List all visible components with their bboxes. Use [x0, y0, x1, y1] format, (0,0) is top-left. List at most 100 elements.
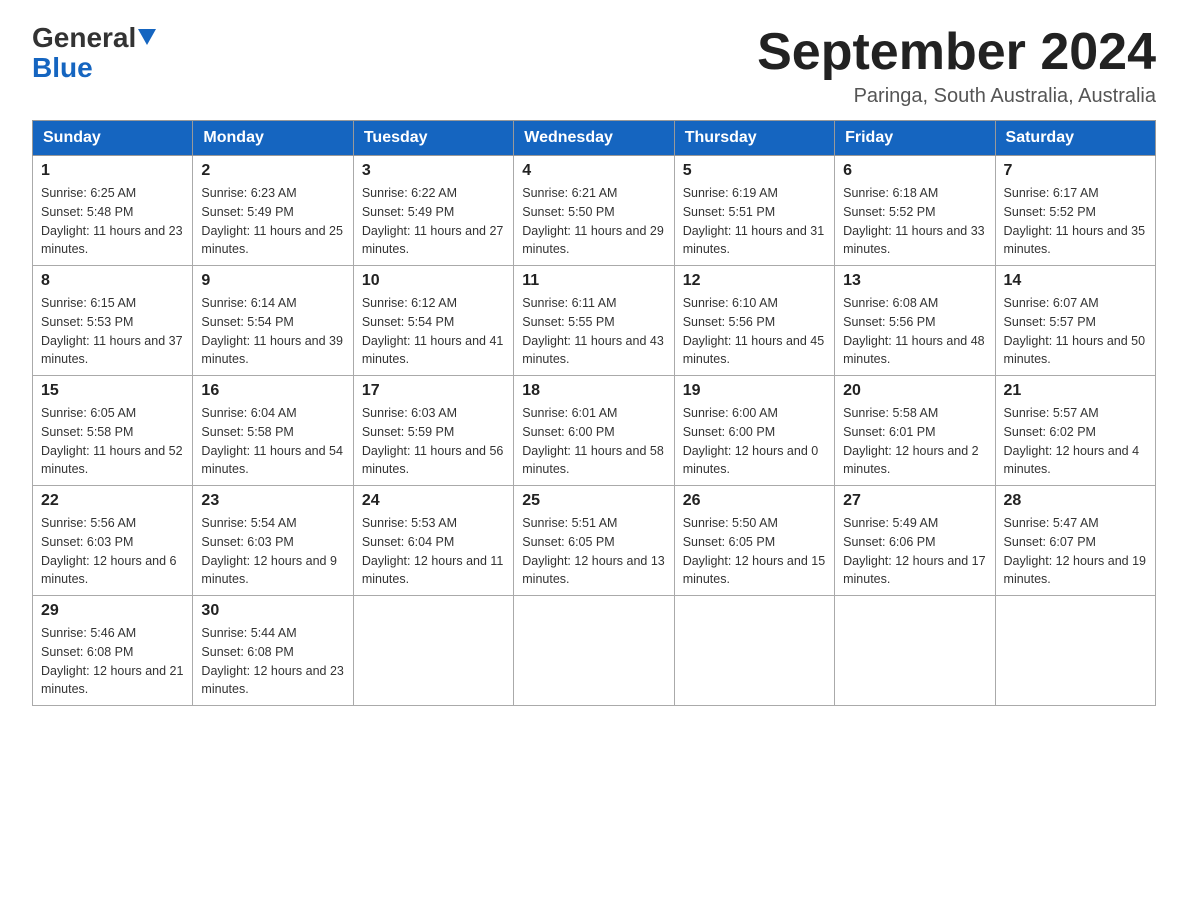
table-row: 12 Sunrise: 6:10 AMSunset: 5:56 PMDaylig… — [674, 266, 834, 376]
day-number: 21 — [1004, 382, 1147, 400]
table-row: 30 Sunrise: 5:44 AMSunset: 6:08 PMDaylig… — [193, 596, 353, 706]
table-row: 3 Sunrise: 6:22 AMSunset: 5:49 PMDayligh… — [353, 156, 513, 266]
table-row: 22 Sunrise: 5:56 AMSunset: 6:03 PMDaylig… — [33, 486, 193, 596]
day-info: Sunrise: 5:56 AMSunset: 6:03 PMDaylight:… — [41, 516, 177, 586]
day-number: 15 — [41, 382, 184, 400]
table-row: 25 Sunrise: 5:51 AMSunset: 6:05 PMDaylig… — [514, 486, 674, 596]
calendar-header-row: Sunday Monday Tuesday Wednesday Thursday… — [33, 121, 1156, 156]
day-info: Sunrise: 5:58 AMSunset: 6:01 PMDaylight:… — [843, 406, 979, 476]
table-row: 5 Sunrise: 6:19 AMSunset: 5:51 PMDayligh… — [674, 156, 834, 266]
day-info: Sunrise: 6:01 AMSunset: 6:00 PMDaylight:… — [522, 406, 664, 476]
col-thursday: Thursday — [674, 121, 834, 156]
calendar-week-row: 29 Sunrise: 5:46 AMSunset: 6:08 PMDaylig… — [33, 596, 1156, 706]
table-row: 29 Sunrise: 5:46 AMSunset: 6:08 PMDaylig… — [33, 596, 193, 706]
day-number: 20 — [843, 382, 986, 400]
day-number: 2 — [201, 162, 344, 180]
day-info: Sunrise: 5:50 AMSunset: 6:05 PMDaylight:… — [683, 516, 825, 586]
day-number: 29 — [41, 602, 184, 620]
day-info: Sunrise: 5:44 AMSunset: 6:08 PMDaylight:… — [201, 626, 343, 696]
day-number: 28 — [1004, 492, 1147, 510]
day-info: Sunrise: 6:17 AMSunset: 5:52 PMDaylight:… — [1004, 186, 1146, 256]
day-info: Sunrise: 6:22 AMSunset: 5:49 PMDaylight:… — [362, 186, 504, 256]
day-number: 23 — [201, 492, 344, 510]
table-row: 13 Sunrise: 6:08 AMSunset: 5:56 PMDaylig… — [835, 266, 995, 376]
day-number: 17 — [362, 382, 505, 400]
day-number: 13 — [843, 272, 986, 290]
day-info: Sunrise: 5:49 AMSunset: 6:06 PMDaylight:… — [843, 516, 985, 586]
day-info: Sunrise: 5:46 AMSunset: 6:08 PMDaylight:… — [41, 626, 183, 696]
day-info: Sunrise: 6:03 AMSunset: 5:59 PMDaylight:… — [362, 406, 504, 476]
day-info: Sunrise: 6:19 AMSunset: 5:51 PMDaylight:… — [683, 186, 825, 256]
month-title: September 2024 — [757, 24, 1156, 81]
day-info: Sunrise: 5:47 AMSunset: 6:07 PMDaylight:… — [1004, 516, 1146, 586]
day-number: 9 — [201, 272, 344, 290]
day-info: Sunrise: 6:04 AMSunset: 5:58 PMDaylight:… — [201, 406, 343, 476]
day-number: 27 — [843, 492, 986, 510]
day-number: 24 — [362, 492, 505, 510]
table-row: 20 Sunrise: 5:58 AMSunset: 6:01 PMDaylig… — [835, 376, 995, 486]
table-row: 19 Sunrise: 6:00 AMSunset: 6:00 PMDaylig… — [674, 376, 834, 486]
day-info: Sunrise: 5:54 AMSunset: 6:03 PMDaylight:… — [201, 516, 337, 586]
calendar-week-row: 15 Sunrise: 6:05 AMSunset: 5:58 PMDaylig… — [33, 376, 1156, 486]
day-info: Sunrise: 5:57 AMSunset: 6:02 PMDaylight:… — [1004, 406, 1140, 476]
table-row: 8 Sunrise: 6:15 AMSunset: 5:53 PMDayligh… — [33, 266, 193, 376]
day-number: 4 — [522, 162, 665, 180]
col-monday: Monday — [193, 121, 353, 156]
day-number: 30 — [201, 602, 344, 620]
day-number: 12 — [683, 272, 826, 290]
table-row: 17 Sunrise: 6:03 AMSunset: 5:59 PMDaylig… — [353, 376, 513, 486]
table-row: 18 Sunrise: 6:01 AMSunset: 6:00 PMDaylig… — [514, 376, 674, 486]
day-info: Sunrise: 6:10 AMSunset: 5:56 PMDaylight:… — [683, 296, 825, 366]
location: Paringa, South Australia, Australia — [757, 85, 1156, 108]
table-row: 21 Sunrise: 5:57 AMSunset: 6:02 PMDaylig… — [995, 376, 1155, 486]
table-row: 27 Sunrise: 5:49 AMSunset: 6:06 PMDaylig… — [835, 486, 995, 596]
day-info: Sunrise: 6:00 AMSunset: 6:00 PMDaylight:… — [683, 406, 819, 476]
table-row — [353, 596, 513, 706]
day-info: Sunrise: 6:11 AMSunset: 5:55 PMDaylight:… — [522, 296, 664, 366]
day-number: 6 — [843, 162, 986, 180]
calendar-week-row: 1 Sunrise: 6:25 AMSunset: 5:48 PMDayligh… — [33, 156, 1156, 266]
day-info: Sunrise: 6:21 AMSunset: 5:50 PMDaylight:… — [522, 186, 664, 256]
table-row: 14 Sunrise: 6:07 AMSunset: 5:57 PMDaylig… — [995, 266, 1155, 376]
table-row: 6 Sunrise: 6:18 AMSunset: 5:52 PMDayligh… — [835, 156, 995, 266]
day-info: Sunrise: 6:15 AMSunset: 5:53 PMDaylight:… — [41, 296, 183, 366]
day-info: Sunrise: 6:05 AMSunset: 5:58 PMDaylight:… — [41, 406, 183, 476]
table-row — [995, 596, 1155, 706]
day-info: Sunrise: 6:12 AMSunset: 5:54 PMDaylight:… — [362, 296, 504, 366]
day-number: 19 — [683, 382, 826, 400]
day-number: 8 — [41, 272, 184, 290]
table-row: 15 Sunrise: 6:05 AMSunset: 5:58 PMDaylig… — [33, 376, 193, 486]
col-wednesday: Wednesday — [514, 121, 674, 156]
day-info: Sunrise: 6:07 AMSunset: 5:57 PMDaylight:… — [1004, 296, 1146, 366]
day-info: Sunrise: 6:14 AMSunset: 5:54 PMDaylight:… — [201, 296, 343, 366]
logo-general: General — [32, 24, 156, 52]
page-header: General Blue September 2024 Paringa, Sou… — [32, 24, 1156, 108]
table-row: 2 Sunrise: 6:23 AMSunset: 5:49 PMDayligh… — [193, 156, 353, 266]
table-row — [514, 596, 674, 706]
day-number: 7 — [1004, 162, 1147, 180]
day-number: 10 — [362, 272, 505, 290]
logo: General Blue — [32, 24, 156, 82]
table-row: 16 Sunrise: 6:04 AMSunset: 5:58 PMDaylig… — [193, 376, 353, 486]
day-number: 25 — [522, 492, 665, 510]
calendar-week-row: 8 Sunrise: 6:15 AMSunset: 5:53 PMDayligh… — [33, 266, 1156, 376]
day-info: Sunrise: 6:18 AMSunset: 5:52 PMDaylight:… — [843, 186, 985, 256]
day-info: Sunrise: 5:53 AMSunset: 6:04 PMDaylight:… — [362, 516, 504, 586]
table-row: 24 Sunrise: 5:53 AMSunset: 6:04 PMDaylig… — [353, 486, 513, 596]
col-tuesday: Tuesday — [353, 121, 513, 156]
calendar-week-row: 22 Sunrise: 5:56 AMSunset: 6:03 PMDaylig… — [33, 486, 1156, 596]
table-row — [674, 596, 834, 706]
day-number: 11 — [522, 272, 665, 290]
day-number: 1 — [41, 162, 184, 180]
day-number: 14 — [1004, 272, 1147, 290]
table-row: 26 Sunrise: 5:50 AMSunset: 6:05 PMDaylig… — [674, 486, 834, 596]
day-number: 3 — [362, 162, 505, 180]
col-saturday: Saturday — [995, 121, 1155, 156]
calendar-table: Sunday Monday Tuesday Wednesday Thursday… — [32, 120, 1156, 706]
table-row — [835, 596, 995, 706]
table-row: 23 Sunrise: 5:54 AMSunset: 6:03 PMDaylig… — [193, 486, 353, 596]
day-info: Sunrise: 6:25 AMSunset: 5:48 PMDaylight:… — [41, 186, 183, 256]
day-number: 26 — [683, 492, 826, 510]
day-info: Sunrise: 6:23 AMSunset: 5:49 PMDaylight:… — [201, 186, 343, 256]
col-sunday: Sunday — [33, 121, 193, 156]
